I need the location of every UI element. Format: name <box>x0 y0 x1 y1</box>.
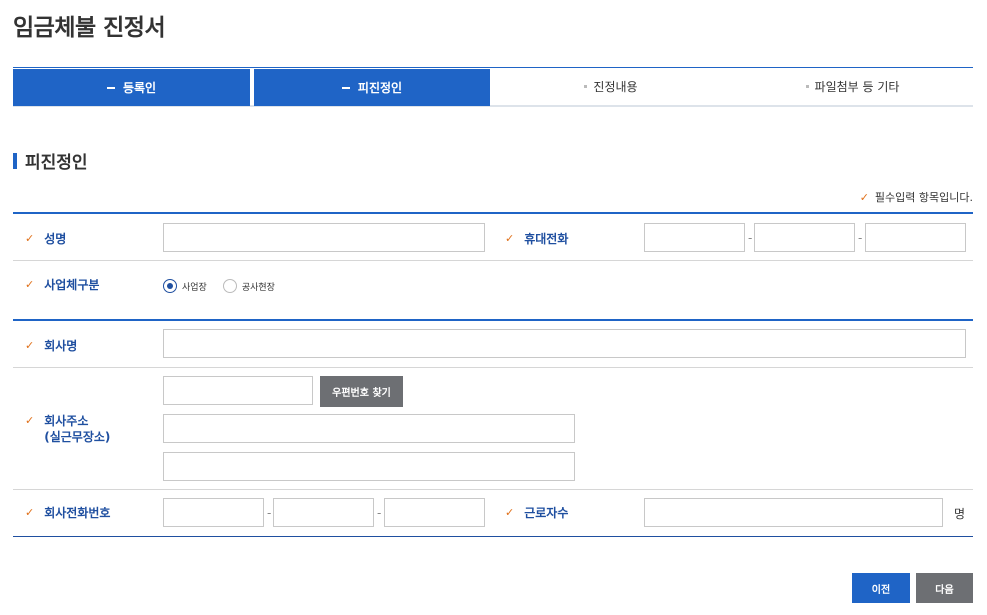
company-phone-input-1[interactable] <box>163 498 264 527</box>
step-label: 등록인 <box>122 81 157 95</box>
step-tab-attachments[interactable]: 파일첨부 등 기타 <box>732 68 973 105</box>
mobile-input-3[interactable] <box>865 223 966 252</box>
row-company-address: ✓ 회사주소 (실근무장소) 우편번호 찾기 <box>13 368 973 490</box>
name-label-text: 성명 <box>44 232 67 246</box>
form-block-company: ✓ 회사명 ✓ 회사주소 (실근무장소) 우편번호 찾기 ✓ 회사전화번호 - … <box>13 319 973 537</box>
mobile-label: ✓ 휴대전화 <box>505 231 568 247</box>
mobile-input-1[interactable] <box>644 223 745 252</box>
company-address-label: ✓ 회사주소 (실근무장소) <box>25 413 110 445</box>
mobile-input-2[interactable] <box>754 223 855 252</box>
form-block-basic: ✓ 성명 ✓ 휴대전화 - - ✓ 사업체구분 사업장 공사현장 <box>13 212 973 311</box>
separator: - <box>377 506 382 520</box>
separator: - <box>748 231 753 245</box>
step-tab-registrant[interactable]: 등록인 <box>13 69 250 106</box>
row-phone-workers: ✓ 회사전화번호 - - ✓ 근로자수 명 <box>13 490 973 536</box>
company-name-label-text: 회사명 <box>44 339 78 353</box>
check-icon: ✓ <box>859 190 869 204</box>
check-icon: ✓ <box>25 232 35 245</box>
dot-icon <box>805 85 809 88</box>
row-company-name: ✓ 회사명 <box>13 321 973 368</box>
company-phone-input-3[interactable] <box>384 498 485 527</box>
address-label-line1: 회사주소 <box>44 414 89 428</box>
step-label: 피진정인 <box>357 81 403 95</box>
step-tab-complaint[interactable]: 진정내용 <box>490 68 732 105</box>
business-type-radio-group: 사업장 공사현장 <box>163 279 291 293</box>
address-input-2[interactable] <box>163 452 575 481</box>
check-icon: ✓ <box>25 414 35 427</box>
address-input-1[interactable] <box>163 414 575 443</box>
mobile-label-text: 휴대전화 <box>524 232 569 246</box>
separator: - <box>267 506 272 520</box>
check-icon: ✓ <box>25 278 35 291</box>
required-note-text: 필수입력 항목입니다. <box>874 191 973 204</box>
required-note: ✓ 필수입력 항목입니다. <box>860 189 973 205</box>
zip-code-input[interactable] <box>163 376 313 405</box>
workers-label: ✓ 근로자수 <box>505 505 568 521</box>
separator: - <box>858 231 863 245</box>
prev-button[interactable]: 이전 <box>852 573 910 603</box>
next-button[interactable]: 다음 <box>916 573 973 603</box>
address-label-line2: (실근무장소) <box>44 430 111 444</box>
business-type-label: ✓ 사업체구분 <box>25 277 99 293</box>
step-label: 파일첨부 등 기타 <box>814 80 900 94</box>
radio-construction-site[interactable] <box>222 279 237 293</box>
zip-search-button[interactable]: 우편번호 찾기 <box>320 376 403 407</box>
company-phone-label: ✓ 회사전화번호 <box>25 505 110 521</box>
business-type-label-text: 사업체구분 <box>44 278 100 292</box>
workers-input[interactable] <box>644 498 943 527</box>
section-title: 피진정인 <box>13 148 88 173</box>
step-label: 진정내용 <box>593 80 638 94</box>
check-icon: ✓ <box>505 506 515 519</box>
row-business-type: ✓ 사업체구분 사업장 공사현장 <box>13 261 973 311</box>
check-icon: ✓ <box>25 339 35 352</box>
page-title: 임금체불 진정서 <box>13 15 166 41</box>
radio-label: 공사현장 <box>241 282 275 293</box>
workers-unit: 명 <box>954 507 966 521</box>
radio-business-site[interactable] <box>163 279 177 293</box>
check-icon: ✓ <box>505 232 515 245</box>
company-phone-label-text: 회사전화번호 <box>44 506 111 520</box>
company-address-label-text: 회사주소 (실근무장소) <box>44 413 110 445</box>
radio-label: 사업장 <box>182 282 207 293</box>
step-tab-respondent[interactable]: 피진정인 <box>254 69 490 106</box>
row-name-mobile: ✓ 성명 ✓ 휴대전화 - - <box>13 214 973 261</box>
dash-icon <box>341 86 350 89</box>
company-name-label: ✓ 회사명 <box>25 338 77 354</box>
step-tabs: 등록인 피진정인 진정내용 파일첨부 등 기타 <box>13 67 973 107</box>
section-bar-icon <box>13 152 17 169</box>
name-input[interactable] <box>163 223 485 252</box>
dash-icon <box>106 86 115 89</box>
section-title-text: 피진정인 <box>25 153 88 173</box>
dot-icon <box>584 85 588 88</box>
company-name-input[interactable] <box>163 329 966 358</box>
workers-label-text: 근로자수 <box>524 506 569 520</box>
company-phone-input-2[interactable] <box>273 498 374 527</box>
check-icon: ✓ <box>25 506 35 519</box>
name-label: ✓ 성명 <box>25 231 66 247</box>
